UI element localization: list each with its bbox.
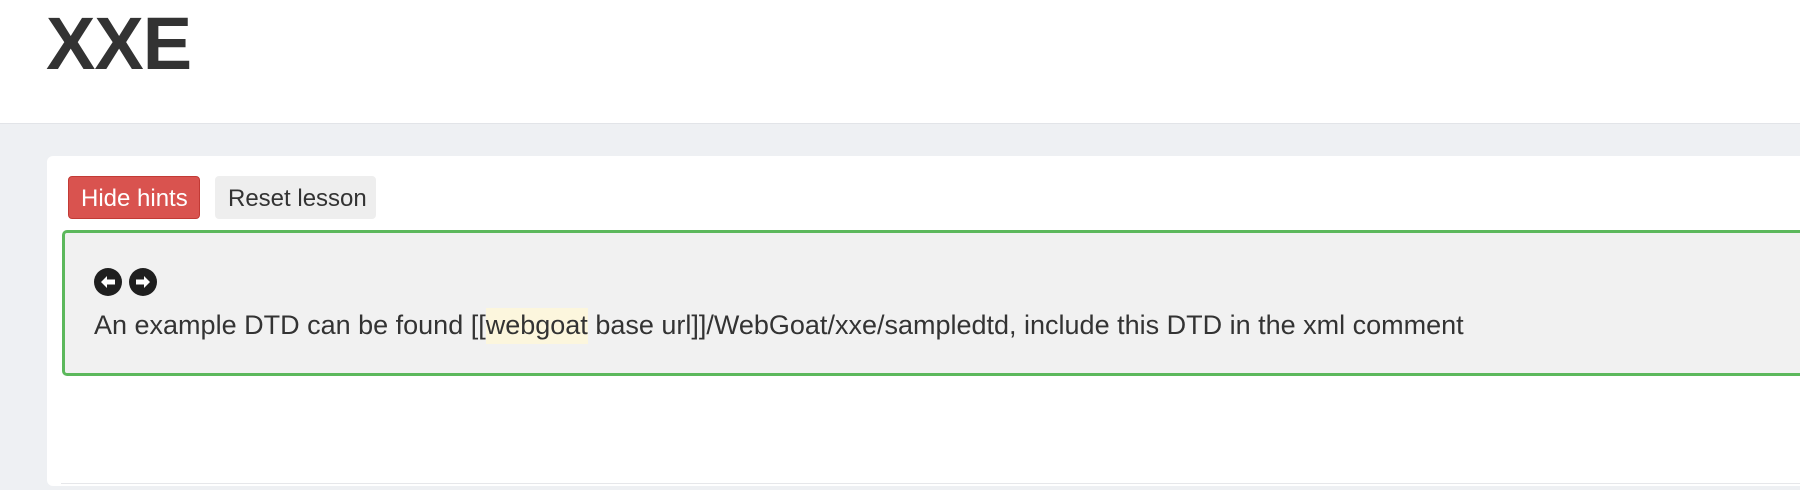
hint-text-before: An example DTD can be found [[ [94,310,486,340]
hint-text: An example DTD can be found [[webgoat ba… [94,307,1464,344]
reset-lesson-button[interactable]: Reset lesson [215,176,376,219]
hide-hints-button[interactable]: Hide hints [68,176,200,219]
highlighted-word: webgoat [485,308,588,344]
arrow-circle-left-icon[interactable] [94,268,122,296]
hint-box: An example DTD can be found [[webgoat ba… [62,230,1800,376]
arrow-circle-right-icon[interactable] [129,268,157,296]
hint-text-after: base url]]/WebGoat/xxe/sampledtd, includ… [587,310,1464,340]
lesson-panel: Hide hints Reset lesson An example DTD c… [47,156,1800,486]
lesson-title: XXE [46,2,192,85]
panel-divider [61,483,1800,484]
page-header: XXE [0,0,1800,124]
